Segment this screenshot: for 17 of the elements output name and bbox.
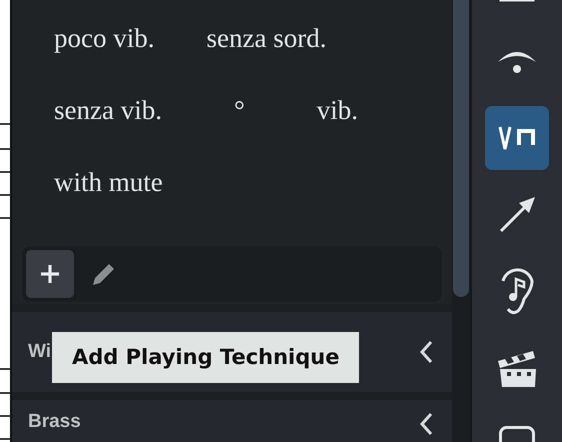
scrollbar-thumb[interactable] [453, 0, 469, 297]
tooltip: Add Playing Technique [52, 332, 360, 384]
section-title: Brass [28, 412, 81, 433]
arrow-icon [497, 195, 537, 235]
technique-item[interactable]: poco vib. [22, 22, 154, 54]
section-header[interactable]: Brass [12, 400, 452, 442]
ear-icon [500, 267, 534, 317]
add-button[interactable] [26, 250, 74, 298]
technique-item[interactable]: with mute [22, 166, 163, 198]
technique-item[interactable]: vib. [244, 94, 358, 126]
frame-icon [499, 426, 535, 442]
technique-item[interactable]: senza vib. [22, 94, 162, 126]
technique-item[interactable]: senza sord. [154, 22, 326, 54]
tool-button[interactable] [485, 106, 549, 170]
plus-icon [39, 263, 61, 285]
section-title: Wi [28, 342, 52, 362]
technique-item[interactable]: ° [162, 94, 245, 126]
